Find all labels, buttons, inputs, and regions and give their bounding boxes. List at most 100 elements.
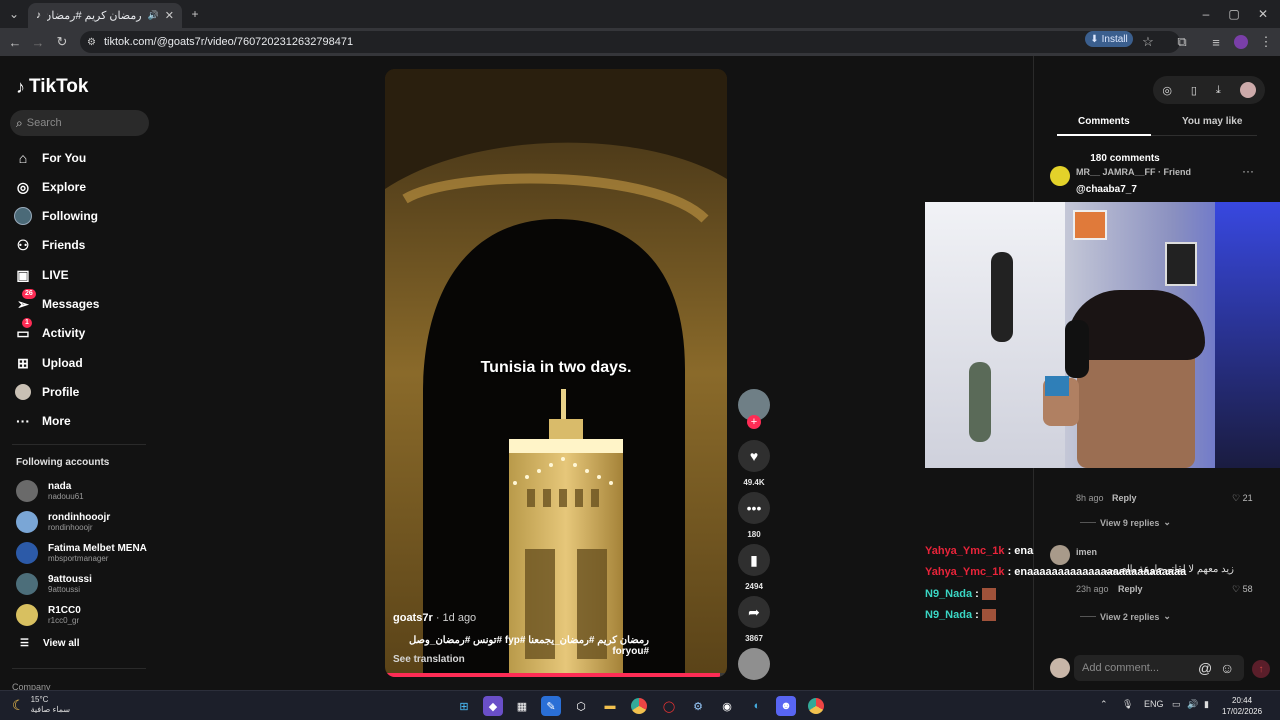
messages-icon: ➢ 26 bbox=[14, 289, 36, 313]
microphone-icon[interactable]: 🎙 bbox=[1122, 699, 1133, 710]
audio-icon[interactable]: 🔊 bbox=[148, 10, 159, 21]
user-avatar[interactable] bbox=[1239, 82, 1256, 98]
address-bar[interactable]: ⚙ tiktok.com/@goats7r/video/760720231263… bbox=[80, 31, 1180, 53]
divider bbox=[12, 444, 146, 445]
account-item[interactable]: R1CC0 r1cc0_gr bbox=[16, 601, 81, 629]
activity-badge: 1 bbox=[22, 318, 32, 328]
account-item[interactable]: nada nadouu61 bbox=[16, 477, 84, 505]
close-window-icon[interactable]: ✕ bbox=[1254, 5, 1272, 23]
nav-profile[interactable]: Profile bbox=[14, 381, 79, 403]
weather-widget[interactable]: ☾ 15°C سماء صافية bbox=[12, 695, 70, 715]
file-explorer-icon[interactable]: ▬ bbox=[600, 696, 620, 716]
chrome-icon[interactable] bbox=[629, 696, 649, 716]
headphones-left bbox=[1065, 320, 1089, 378]
nav-following[interactable]: Following bbox=[14, 205, 98, 227]
editor-icon[interactable]: ✎ bbox=[541, 696, 561, 716]
nav-label: Profile bbox=[42, 385, 80, 399]
tab-you-may-like[interactable]: You may like bbox=[1182, 116, 1242, 127]
share-button[interactable]: ➦ 3867 bbox=[737, 596, 771, 643]
video-progress-bar[interactable] bbox=[385, 673, 727, 677]
comment-like[interactable]: ♡ 58 bbox=[1232, 584, 1253, 595]
nav-explore[interactable]: ◎ Explore bbox=[14, 176, 86, 198]
comment-button[interactable]: ••• 180 bbox=[737, 492, 771, 539]
add-comment-input[interactable]: Add comment... @ ☺ bbox=[1074, 655, 1244, 681]
back-icon[interactable]: ← bbox=[5, 32, 25, 52]
minimize-icon[interactable]: – bbox=[1197, 5, 1215, 23]
edge-icon[interactable]: ◐ bbox=[747, 696, 767, 716]
media-controls-icon[interactable]: ≡ bbox=[1206, 32, 1226, 52]
emoji-icon[interactable]: ☺ bbox=[1220, 660, 1234, 676]
view-replies-button[interactable]: View 9 replies ⌄ bbox=[1080, 517, 1171, 528]
profile-avatar-icon[interactable] bbox=[1231, 32, 1251, 52]
sound-avatar-button[interactable] bbox=[737, 648, 771, 680]
language-indicator[interactable]: ENG bbox=[1144, 699, 1164, 709]
commenter-name[interactable]: imen bbox=[1076, 547, 1097, 557]
maximize-icon[interactable]: ▢ bbox=[1225, 5, 1243, 23]
reload-icon[interactable]: ↻ bbox=[52, 32, 72, 52]
commenter-avatar[interactable] bbox=[1050, 166, 1070, 186]
network-icon[interactable]: ▭ bbox=[1172, 699, 1181, 710]
nav-more[interactable]: ··· More bbox=[14, 410, 71, 432]
follow-plus-icon[interactable]: + bbox=[747, 415, 761, 429]
tab-comments[interactable]: Comments bbox=[1078, 116, 1130, 127]
start-icon[interactable]: ⊞ bbox=[454, 696, 474, 716]
steam-icon[interactable]: ⚙ bbox=[688, 696, 708, 716]
video-player[interactable]: Tunisia in two days. goats7r · 1d ago رم… bbox=[385, 69, 727, 677]
account-item[interactable]: Fatima Melbet MENA mbsportmanager bbox=[16, 539, 147, 567]
battery-icon[interactable]: ▮ bbox=[1204, 699, 1209, 710]
send-comment-button[interactable]: ↑ bbox=[1252, 660, 1270, 678]
comment-more-icon[interactable]: ··· bbox=[1242, 164, 1254, 178]
account-item[interactable]: rondinhooojr rondinhooojr bbox=[16, 508, 110, 536]
mention-icon[interactable]: @ bbox=[1198, 660, 1212, 676]
nav-for-you[interactable]: ⌂ For You bbox=[14, 147, 86, 169]
bookmark-star-icon[interactable]: ☆ bbox=[1138, 32, 1158, 52]
commenter-avatar[interactable] bbox=[1050, 545, 1070, 565]
nav-live[interactable]: ▣ LIVE bbox=[14, 264, 68, 286]
tiktok-logo[interactable]: ♪ TikTok bbox=[16, 76, 88, 98]
commenter-name[interactable]: MR__ JAMRA__FF · Friend bbox=[1076, 167, 1191, 177]
volume-icon[interactable]: 🔊 bbox=[1187, 699, 1198, 710]
copilot-icon[interactable]: ◆ bbox=[483, 696, 503, 716]
chrome-alt-icon[interactable] bbox=[806, 696, 826, 716]
search-input[interactable]: ⌕ Search bbox=[10, 110, 149, 136]
obs-icon[interactable]: ◉ bbox=[717, 696, 737, 716]
nav-friends[interactable]: ⚇ Friends bbox=[14, 234, 86, 256]
browser-tab[interactable]: ♪ رمضان كريم #رمضان_يجمعنا 🔊 ✕ bbox=[28, 3, 182, 28]
system-clock[interactable]: 20:44 17/02/2026 bbox=[1222, 695, 1262, 717]
compass-small-icon[interactable]: ◎ bbox=[1162, 84, 1172, 97]
like-button[interactable]: ♥ 49.4K bbox=[737, 440, 771, 487]
video-author[interactable]: goats7r · 1d ago bbox=[393, 612, 476, 624]
nav-activity[interactable]: ▭ 1 Activity bbox=[14, 318, 85, 344]
comment-like[interactable]: ♡ 21 bbox=[1232, 493, 1253, 504]
save-button[interactable]: ▮ 2494 bbox=[737, 544, 771, 591]
nav-messages[interactable]: ➢ 26 Messages bbox=[14, 289, 99, 315]
creator-avatar-button[interactable]: + bbox=[737, 389, 771, 429]
comment-time: 23h ago bbox=[1076, 584, 1109, 594]
download-icon[interactable]: ⤓ bbox=[1216, 84, 1221, 97]
see-translation-link[interactable]: See translation bbox=[393, 654, 465, 665]
reply-button[interactable]: Reply bbox=[1118, 584, 1143, 594]
account-item[interactable]: 9attoussi 9attoussi bbox=[16, 570, 92, 598]
account-username: rondinhooojr bbox=[48, 522, 93, 532]
tab-search-icon[interactable]: ⌄ bbox=[5, 5, 23, 23]
weather-temp: 15°C bbox=[30, 695, 49, 704]
install-label: Install bbox=[1101, 33, 1128, 45]
tray-chevron-icon[interactable]: ⌃ bbox=[1100, 699, 1108, 710]
app-icon[interactable]: ⬡ bbox=[571, 696, 591, 716]
close-tab-icon[interactable]: ✕ bbox=[165, 9, 174, 22]
reply-button[interactable]: Reply bbox=[1112, 493, 1137, 503]
extensions-icon[interactable]: ⧉ bbox=[1172, 32, 1192, 52]
install-button[interactable]: ⬇ Install bbox=[1085, 31, 1133, 47]
mobile-icon[interactable]: ▯ bbox=[1191, 84, 1197, 97]
tab-title: رمضان كريم #رمضان_يجمعنا bbox=[47, 10, 142, 22]
store-icon[interactable]: ▦ bbox=[512, 696, 532, 716]
browser-menu-icon[interactable]: ⋮ bbox=[1256, 32, 1276, 52]
view-all-button[interactable]: ☰ View all bbox=[20, 638, 79, 649]
site-info-icon[interactable]: ⚙ bbox=[87, 37, 96, 48]
view-replies-button[interactable]: View 2 replies ⌄ bbox=[1080, 611, 1171, 622]
nav-upload[interactable]: ⊞ Upload bbox=[14, 352, 83, 374]
new-tab-icon[interactable]: + bbox=[186, 5, 204, 23]
forward-icon[interactable]: → bbox=[28, 32, 48, 52]
opera-icon[interactable]: ◯ bbox=[659, 696, 679, 716]
discord-icon[interactable]: ☻ bbox=[776, 696, 796, 716]
